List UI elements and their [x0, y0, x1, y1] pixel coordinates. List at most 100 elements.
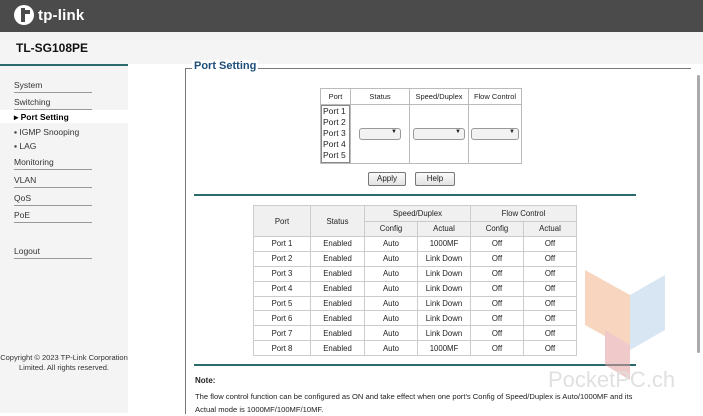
cell: Link Down [417, 325, 471, 342]
scrollbar[interactable] [697, 75, 700, 353]
port-option[interactable]: Port 5 [323, 150, 349, 161]
speed-config-header: Config [364, 220, 418, 237]
cell: Auto [364, 250, 418, 267]
cell: Enabled [310, 310, 365, 327]
cell: Port 7 [253, 325, 311, 342]
speed-actual-header: Actual [417, 220, 471, 237]
port-option[interactable]: Port 1 [323, 106, 349, 117]
sidebar-top-rule [0, 64, 128, 66]
cell: Enabled [310, 295, 365, 312]
sidebar-item-poe[interactable]: PoE [14, 210, 92, 223]
cell: Enabled [310, 325, 365, 342]
cell: Auto [364, 295, 418, 312]
port-option[interactable]: Port 3 [323, 128, 349, 139]
help-button[interactable]: Help [415, 172, 455, 186]
chevron-down-icon: ▼ [509, 129, 515, 135]
table-row: Port 2 Enabled Auto Link Down Off Off [253, 250, 577, 267]
port-status-table: Port Status Speed/Duplex Flow Control Co… [253, 205, 577, 357]
port-option[interactable]: Port 2 [323, 117, 349, 128]
cell: Auto [364, 310, 418, 327]
note-title: Note: [195, 376, 216, 385]
table-row: Port 4 Enabled Auto Link Down Off Off [253, 280, 577, 297]
cell: Port 6 [253, 310, 311, 327]
cell: Port 1 [253, 236, 311, 252]
col-speed-duplex: Speed/Duplex [409, 88, 469, 105]
cell: Port 4 [253, 280, 311, 297]
cell: Link Down [417, 310, 471, 327]
table-row: Port 6 Enabled Auto Link Down Off Off [253, 310, 577, 327]
panel-title: Port Setting [192, 60, 259, 72]
flow-config-header: Config [470, 220, 524, 237]
table-row: Port 1 Enabled Auto 1000MF Off Off [253, 236, 577, 252]
col-flow-control: Flow Control [468, 88, 522, 105]
sidebar-item-monitoring[interactable]: Monitoring [14, 157, 92, 170]
apply-button[interactable]: Apply [368, 172, 406, 186]
port-option[interactable]: Port 4 [323, 139, 349, 150]
cell: 1000MF [417, 340, 471, 357]
top-bar: tp-link [0, 0, 703, 32]
status-col-status: Status [310, 205, 365, 237]
cell: Enabled [310, 265, 365, 282]
sidebar-item-igmp-snooping[interactable]: ▪ IGMP Snooping [14, 127, 79, 137]
table-row: Port 5 Enabled Auto Link Down Off Off [253, 295, 577, 312]
status-select[interactable]: ▼ [359, 128, 401, 140]
sidebar-item-vlan[interactable]: VLAN [14, 175, 92, 188]
cell: Off [470, 310, 524, 327]
table-row: Port 3 Enabled Auto Link Down Off Off [253, 265, 577, 282]
watermark-text: PocketPC.ch [548, 367, 675, 392]
speed-duplex-select[interactable]: ▼ [413, 128, 465, 140]
status-col-flow-control: Flow Control [470, 205, 577, 222]
cell: Off [470, 265, 524, 282]
cell: Off [470, 325, 524, 342]
cell: Enabled [310, 280, 365, 297]
cell: Auto [364, 280, 418, 297]
sidebar-item-port-setting[interactable]: ▸ Port Setting [14, 112, 69, 123]
sidebar-item-switching[interactable]: Switching [14, 97, 92, 110]
cell: 1000MF [417, 236, 471, 252]
cell: Auto [364, 265, 418, 282]
cell: Auto [364, 236, 418, 252]
cell: Enabled [310, 250, 365, 267]
port-setting-form: Port Status Speed/Duplex Flow Control Po… [320, 88, 522, 164]
cell: Link Down [417, 280, 471, 297]
cell: Off [470, 236, 524, 252]
sidebar-item-label: IGMP Snooping [19, 127, 80, 137]
pocketpc-watermark-logo: PocketPC.ch [548, 270, 675, 392]
cell: Port 2 [253, 250, 311, 267]
col-port: Port [320, 88, 351, 105]
flow-control-select[interactable]: ▼ [471, 128, 519, 140]
status-col-port: Port [253, 205, 311, 237]
sidebar-item-qos[interactable]: QoS [14, 193, 92, 206]
brand-name: tp-link [38, 6, 85, 24]
cell: Link Down [417, 265, 471, 282]
cell: Off [470, 295, 524, 312]
cell: Link Down [417, 250, 471, 267]
cell: Auto [364, 325, 418, 342]
divider [194, 194, 636, 196]
port-multiselect[interactable]: Port 1 Port 2 Port 3 Port 4 Port 5 [321, 105, 350, 163]
sidebar-item-lag[interactable]: ▪ LAG [14, 141, 36, 151]
copyright-text: Copyright © 2023 TP-Link Corporation Lim… [0, 353, 128, 372]
cell: Off [470, 280, 524, 297]
cell: Port 5 [253, 295, 311, 312]
chevron-down-icon: ▼ [455, 129, 461, 135]
sidebar-item-label: Port Setting [20, 112, 69, 122]
cell: Auto [364, 340, 418, 357]
watermark-shape-right [630, 275, 665, 350]
cell: Off [470, 340, 524, 357]
cell: Off [523, 236, 577, 252]
col-status: Status [350, 88, 410, 105]
cell: Port 3 [253, 265, 311, 282]
table-row: Port 8 Enabled Auto 1000MF Off Off [253, 340, 577, 357]
sidebar-item-label: LAG [19, 141, 37, 151]
sidebar-item-logout[interactable]: Logout [14, 246, 92, 259]
cell: Port 8 [253, 340, 311, 357]
tplink-logo-icon [14, 5, 34, 25]
chevron-down-icon: ▼ [391, 129, 397, 135]
cell: Enabled [310, 340, 365, 357]
cell: Enabled [310, 236, 365, 252]
tplink-logo: tp-link [14, 5, 84, 25]
table-row: Port 7 Enabled Auto Link Down Off Off [253, 325, 577, 342]
sidebar-item-system[interactable]: System [14, 80, 92, 93]
cell: Off [470, 250, 524, 267]
